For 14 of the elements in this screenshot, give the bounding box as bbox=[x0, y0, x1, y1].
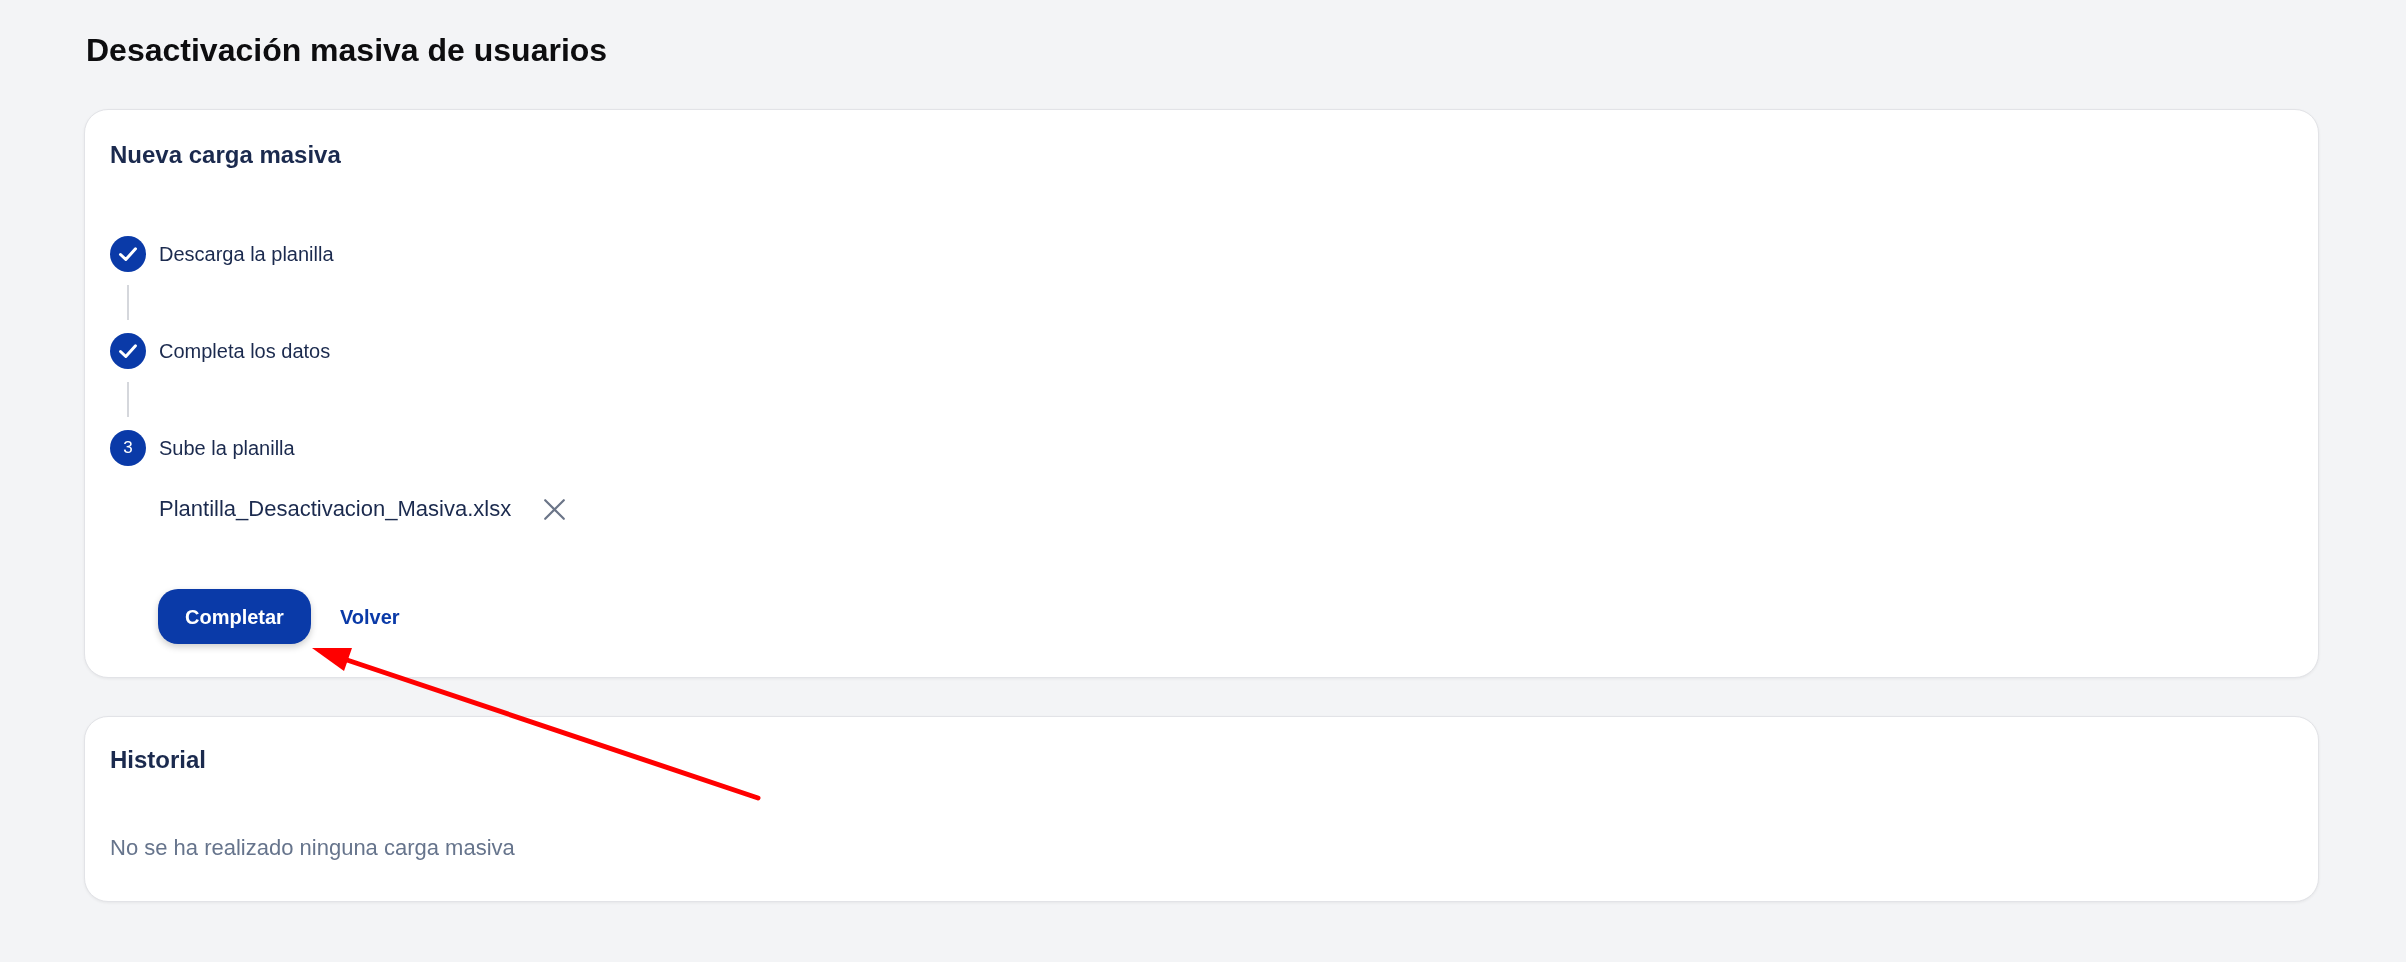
close-icon[interactable] bbox=[544, 498, 566, 520]
empty-message: No se ha realizado ninguna carga masiva bbox=[110, 834, 515, 862]
file-name: Plantilla_Desactivacion_Masiva.xlsx bbox=[159, 495, 512, 523]
step-label: Descarga la planilla bbox=[159, 242, 334, 267]
step-connector bbox=[127, 285, 129, 320]
step-connector bbox=[127, 382, 129, 417]
page-title: Desactivación masiva de usuarios bbox=[85, 31, 608, 70]
card-title: Historial bbox=[110, 745, 207, 775]
complete-button[interactable]: Completar bbox=[158, 589, 311, 644]
card-title: Nueva carga masiva bbox=[110, 140, 341, 170]
back-link[interactable]: Volver bbox=[339, 602, 400, 631]
step-label: Sube la planilla bbox=[159, 436, 295, 461]
step-number: 3 bbox=[110, 430, 146, 466]
step-label: Completa los datos bbox=[159, 339, 331, 364]
